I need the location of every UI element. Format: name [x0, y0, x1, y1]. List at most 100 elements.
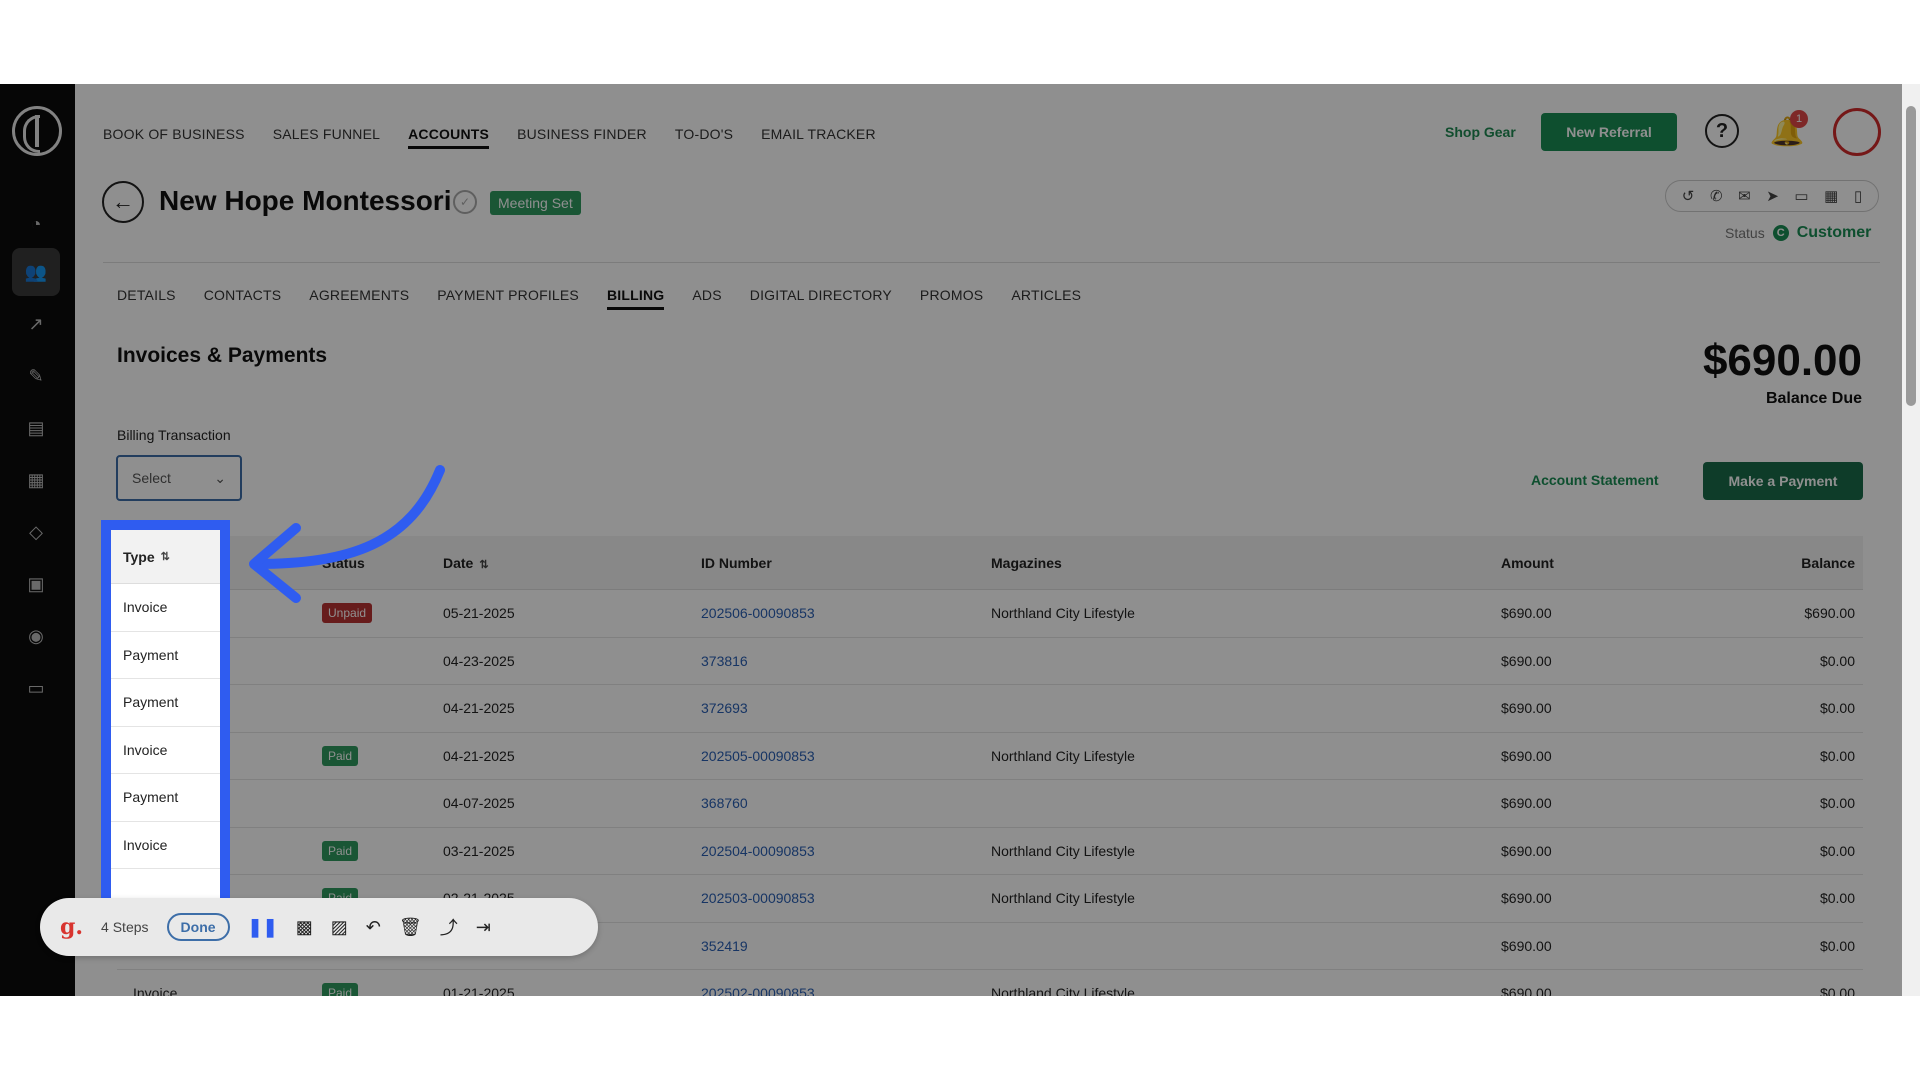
new-referral-button[interactable]: New Referral: [1541, 113, 1677, 151]
cell-amount: $690.00: [1501, 937, 1552, 954]
cell-date: 01-21-2025: [443, 985, 515, 996]
send-icon[interactable]: ➤: [1766, 187, 1779, 205]
tab-payment-profiles[interactable]: PAYMENT PROFILES: [437, 287, 579, 310]
id-link[interactable]: 202504-00090853: [701, 843, 815, 859]
type-column-highlight: Type ⇅ Invoice Payment Payment Invoice Paymen…: [101, 520, 230, 946]
payment-status-badge: Paid: [322, 840, 359, 861]
step-count: 4 Steps: [101, 919, 149, 935]
cell-amount: $690.00: [1501, 890, 1552, 907]
scroll-thumb[interactable]: [1906, 106, 1916, 406]
pause-icon[interactable]: ❚❚: [248, 917, 278, 938]
app-logo[interactable]: [12, 106, 62, 156]
tab-promos[interactable]: PROMOS: [920, 287, 983, 310]
cell-balance: $0.00: [1819, 747, 1855, 764]
table-row[interactable]: Invoice Paid 01-21-2025 202502-00090853 Nort…: [117, 970, 1863, 996]
left-rail: ◔ 👥 ↗ ✎ ▤ ▦ ◇ ▣ ◉ ▭: [0, 84, 75, 996]
grid-icon[interactable]: ▦: [12, 456, 60, 504]
tab-details[interactable]: DETAILS: [117, 287, 176, 310]
shop-gear-link[interactable]: Shop Gear: [1445, 124, 1516, 140]
mail-icon[interactable]: ✉: [1738, 187, 1751, 205]
id-link[interactable]: 373816: [701, 653, 748, 669]
highlight-header[interactable]: Type ⇅: [111, 530, 220, 584]
status-value: Customer: [1796, 224, 1872, 241]
table-row[interactable]: Payment04-21-2025372693$690.00$0.00: [117, 685, 1863, 733]
nav-todos[interactable]: TO-DO'S: [675, 126, 733, 149]
image-icon[interactable]: ▨: [331, 917, 348, 938]
history-icon[interactable]: ↺: [1682, 187, 1695, 205]
table-row[interactable]: InvoicePaid04-21-2025202505-00090853Nort…: [117, 733, 1863, 780]
done-button[interactable]: Done: [166, 913, 230, 941]
cell-amount: $690.00: [1501, 747, 1552, 764]
cell-balance: $0.00: [1819, 890, 1855, 907]
avatar[interactable]: [1833, 108, 1881, 156]
cell-magazines: Northland City Lifestyle: [991, 842, 1135, 859]
phone-icon[interactable]: ✆: [1710, 187, 1723, 205]
id-link[interactable]: 352419: [701, 938, 748, 954]
table-row[interactable]: InvoicePaid03-21-2025202504-00090853Nort…: [117, 828, 1863, 875]
accounts-icon[interactable]: 👥: [12, 248, 60, 296]
col-date[interactable]: Date ⇅: [437, 555, 699, 571]
table-row[interactable]: Payment04-23-2025373816$690.00$0.00: [117, 638, 1863, 685]
tab-contacts[interactable]: CONTACTS: [204, 287, 282, 310]
newspaper-icon[interactable]: ▤: [12, 404, 60, 452]
cell-date: 04-21-2025: [443, 747, 515, 764]
scrollbar[interactable]: [1902, 84, 1920, 996]
nav-email-tracker[interactable]: EMAIL TRACKER: [761, 126, 876, 149]
store-icon[interactable]: ▭: [12, 664, 60, 712]
account-tabs: DETAILS CONTACTS AGREEMENTS PAYMENT PROF…: [117, 287, 1081, 310]
cell-status: Paid: [312, 983, 437, 996]
skip-icon[interactable]: ⇥: [476, 917, 491, 938]
upload-icon[interactable]: ⤴: [440, 914, 458, 940]
status-badge: Meeting Set: [490, 191, 581, 215]
id-link[interactable]: 202505-00090853: [701, 748, 815, 764]
tab-agreements[interactable]: AGREEMENTS: [309, 287, 409, 310]
chart-icon[interactable]: ↗: [12, 300, 60, 348]
col-amount: Amount: [1501, 554, 1554, 571]
cell-magazines: Northland City Lifestyle: [991, 747, 1135, 764]
nav-sales-funnel[interactable]: SALES FUNNEL: [273, 126, 380, 149]
id-link[interactable]: 202503-00090853: [701, 890, 815, 906]
tab-ads[interactable]: ADS: [692, 287, 721, 310]
account-statement-link[interactable]: Account Statement: [1531, 472, 1659, 488]
table-row[interactable]: Payment04-07-2025368760$690.00$0.00: [117, 780, 1863, 828]
make-payment-button[interactable]: Make a Payment: [1703, 462, 1863, 500]
contact-book-icon[interactable]: ▣: [12, 560, 60, 608]
nav-business-finder[interactable]: BUSINESS FINDER: [517, 126, 647, 149]
id-link[interactable]: 368760: [701, 795, 748, 811]
highlight-type-cell: Invoice: [111, 822, 220, 869]
tab-billing[interactable]: BILLING: [606, 287, 665, 310]
status-label: Status: [1725, 225, 1765, 241]
id-link[interactable]: 372693: [701, 700, 748, 716]
nav-book-of-business[interactable]: BOOK OF BUSINESS: [103, 126, 245, 149]
tab-articles[interactable]: ARTICLES: [1011, 287, 1081, 310]
blur-icon[interactable]: ▩: [296, 917, 313, 938]
help-icon[interactable]: ?: [1705, 114, 1739, 148]
cell-date: 04-23-2025: [443, 652, 515, 669]
recorder-toolbar: g. 4 Steps Done ❚❚ ▩ ▨ ↶ 🗑 ⤴ ⇥: [40, 898, 598, 956]
id-link[interactable]: 202506-00090853: [701, 605, 815, 621]
trash-icon[interactable]: 🗑: [399, 917, 422, 938]
graduation-icon[interactable]: ◇: [12, 508, 60, 556]
billing-transaction-select[interactable]: Select ⌄: [116, 455, 242, 501]
highlight-body: Invoice Payment Payment Invoice Payment Invoi…: [111, 584, 220, 869]
calendar-icon[interactable]: ▦: [1824, 187, 1838, 205]
nav-accounts[interactable]: ACCOUNTS: [408, 126, 490, 149]
back-arrow-icon[interactable]: ←: [102, 181, 144, 223]
tab-digital-directory[interactable]: DIGITAL DIRECTORY: [750, 287, 892, 310]
cell-amount: $690.00: [1501, 842, 1552, 859]
pencil-icon[interactable]: ✎: [12, 352, 60, 400]
cell-balance: $0.00: [1819, 700, 1855, 717]
highlight-type-cell: Invoice: [111, 584, 220, 632]
document-icon[interactable]: ▯: [1854, 187, 1862, 205]
verified-check-icon: ✓: [453, 190, 477, 214]
user-circle-icon[interactable]: ◉: [12, 612, 60, 660]
section-title: Invoices & Payments: [117, 344, 328, 367]
undo-icon[interactable]: ↶: [366, 917, 381, 938]
dashboard-icon[interactable]: ◔: [12, 200, 60, 248]
chevron-down-icon: ⌄: [214, 469, 226, 486]
highlight-type-cell: Payment: [111, 632, 220, 679]
id-link[interactable]: 202502-00090853: [701, 985, 815, 996]
store-icon[interactable]: ▭: [1794, 187, 1808, 205]
cell-status: Paid: [312, 840, 437, 861]
col-magazines: Magazines: [991, 554, 1062, 571]
